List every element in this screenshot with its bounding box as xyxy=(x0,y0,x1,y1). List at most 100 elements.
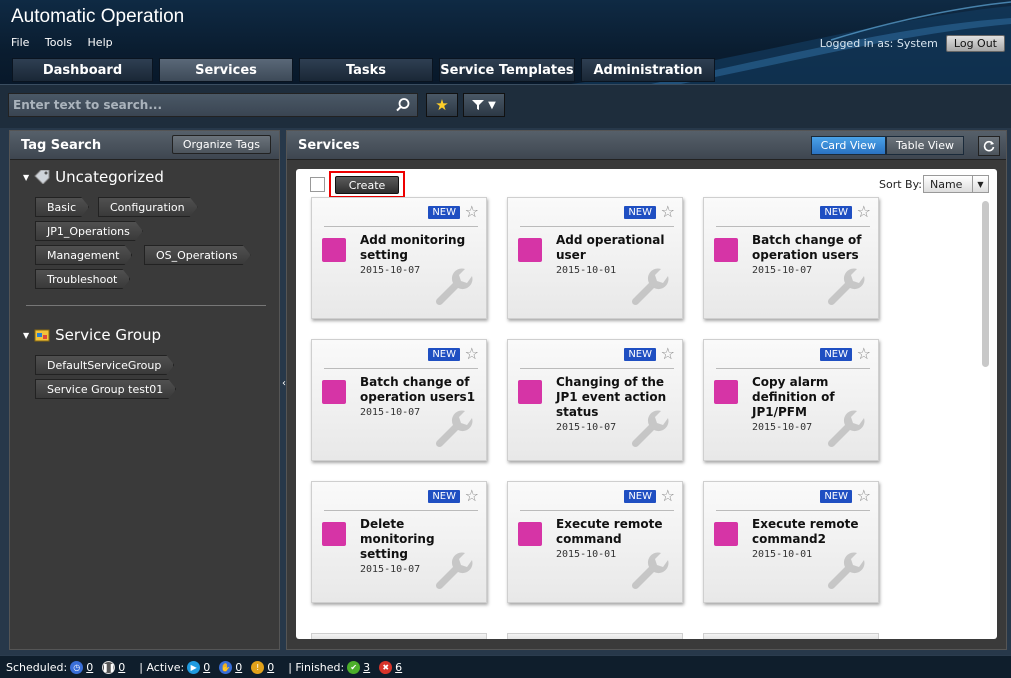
running-icon: ▶ xyxy=(187,660,201,674)
tag-configuration[interactable]: Configuration xyxy=(98,197,198,217)
service-icon xyxy=(518,238,542,262)
card-divider xyxy=(716,510,870,511)
create-button[interactable]: Create xyxy=(335,176,399,194)
sort-by-label: Sort By: xyxy=(878,178,922,191)
service-icon xyxy=(714,522,738,546)
expand-caret-icon[interactable]: ▼ xyxy=(23,173,29,182)
tag-icon xyxy=(34,170,50,184)
menu-help[interactable]: Help xyxy=(88,36,113,49)
card-divider xyxy=(520,368,674,369)
filter-icon xyxy=(472,100,485,110)
card-view-button[interactable]: Card View xyxy=(810,136,886,155)
service-icon xyxy=(322,522,346,546)
new-badge: NEW xyxy=(428,206,460,219)
service-group-group[interactable]: ▼ Service Group xyxy=(23,326,161,344)
uncategorized-group[interactable]: ▼ Uncategorized xyxy=(23,168,164,186)
wrench-icon xyxy=(827,268,865,306)
favorite-star-icon[interactable]: ☆ xyxy=(661,486,675,505)
service-card-partial[interactable] xyxy=(311,633,487,639)
search-icon[interactable] xyxy=(395,97,411,113)
active-group: | Active: ▶ 0 ✋ 0 ! 0 xyxy=(139,660,280,674)
completed-count[interactable]: 3 xyxy=(363,661,370,674)
tag-divider xyxy=(26,305,266,306)
service-icon xyxy=(714,238,738,262)
card-divider xyxy=(324,226,478,227)
scheduled-count[interactable]: 0 xyxy=(86,661,93,674)
menu-tools[interactable]: Tools xyxy=(45,36,72,49)
app-title: Automatic Operation xyxy=(11,6,185,27)
login-area: Logged in as: System Log Out xyxy=(820,35,1005,52)
tab-tasks[interactable]: Tasks xyxy=(299,58,433,82)
tab-service-templates[interactable]: Service Templates xyxy=(439,58,575,82)
vertical-scrollbar[interactable] xyxy=(982,201,989,367)
favorite-star-icon[interactable]: ☆ xyxy=(465,344,479,363)
service-card[interactable]: NEW ☆ Batch change of operation users 201… xyxy=(703,197,879,319)
service-card[interactable]: NEW ☆ Add operational user 2015-10-01 xyxy=(507,197,683,319)
tab-dashboard[interactable]: Dashboard xyxy=(12,58,153,82)
service-card-partial[interactable] xyxy=(507,633,683,639)
menu-file[interactable]: File xyxy=(11,36,29,49)
service-card-partial[interactable] xyxy=(703,633,879,639)
logout-button[interactable]: Log Out xyxy=(945,35,1005,52)
favorite-star-icon[interactable]: ☆ xyxy=(857,486,871,505)
card-divider xyxy=(520,226,674,227)
services-content: Create Sort By: Name ▼ NEW ☆ Add monitor… xyxy=(296,169,997,639)
wrench-icon xyxy=(827,552,865,590)
star-icon: ★ xyxy=(435,96,449,114)
tag-basic[interactable]: Basic xyxy=(35,197,89,217)
favorite-star-icon[interactable]: ☆ xyxy=(857,202,871,221)
service-name: Batch change of operation users1 xyxy=(360,375,476,404)
service-card[interactable]: NEW ☆ Execute remote command 2015-10-01 xyxy=(507,481,683,603)
tag-management[interactable]: Management xyxy=(35,245,132,265)
favorite-star-icon[interactable]: ☆ xyxy=(465,486,479,505)
services-panel: Services Card View Table View Create Sor… xyxy=(286,130,1007,650)
table-view-button[interactable]: Table View xyxy=(885,136,964,155)
expand-caret-icon[interactable]: ▼ xyxy=(23,331,29,340)
app-header: Automatic Operation File Tools Help Logg… xyxy=(0,0,1011,84)
tag-jp1-operations[interactable]: JP1_Operations xyxy=(35,221,143,241)
tag-search-title: Tag Search xyxy=(21,138,102,153)
service-group-label: Service Group xyxy=(55,326,162,344)
search-input[interactable] xyxy=(9,94,379,116)
services-title: Services xyxy=(298,138,360,153)
service-card[interactable]: NEW ☆ Execute remote command2 2015-10-01 xyxy=(703,481,879,603)
service-card[interactable]: NEW ☆ Add monitoring setting 2015-10-07 xyxy=(311,197,487,319)
favorite-star-icon[interactable]: ☆ xyxy=(857,344,871,363)
chevron-down-icon: ▼ xyxy=(972,176,988,192)
group-service-group-test01[interactable]: Service Group test01 xyxy=(35,379,176,399)
active-count[interactable]: 0 xyxy=(203,661,210,674)
select-all-checkbox[interactable] xyxy=(310,177,325,192)
warning-icon: ! xyxy=(251,660,265,674)
paused-count[interactable]: 0 xyxy=(118,661,125,674)
organize-tags-button[interactable]: Organize Tags xyxy=(171,135,271,154)
warning-count[interactable]: 0 xyxy=(267,661,274,674)
service-card[interactable]: NEW ☆ Delete monitoring setting 2015-10-0… xyxy=(311,481,487,603)
refresh-icon xyxy=(983,140,995,152)
scheduled-clock-icon: ◷ xyxy=(70,660,84,674)
favorite-star-icon[interactable]: ☆ xyxy=(661,202,675,221)
service-icon xyxy=(518,380,542,404)
service-card[interactable]: NEW ☆ Changing of the JP1 event action s… xyxy=(507,339,683,461)
new-badge: NEW xyxy=(624,490,656,503)
failed-count[interactable]: 6 xyxy=(395,661,402,674)
service-icon xyxy=(322,238,346,262)
favorite-star-icon[interactable]: ☆ xyxy=(465,202,479,221)
tab-administration[interactable]: Administration xyxy=(581,58,715,82)
tag-os-operations[interactable]: OS_Operations xyxy=(144,245,251,265)
waiting-count[interactable]: 0 xyxy=(235,661,242,674)
filter-button[interactable]: ▼ xyxy=(463,93,505,117)
service-card[interactable]: NEW ☆ Batch change of operation users1 20… xyxy=(311,339,487,461)
sort-by-select[interactable]: Name ▼ xyxy=(923,175,989,193)
favorites-button[interactable]: ★ xyxy=(426,93,458,117)
scheduled-group: Scheduled: ◷ 0 ❚❚ 0 xyxy=(6,660,131,674)
search-box xyxy=(8,93,418,117)
refresh-button[interactable] xyxy=(978,136,1000,156)
wrench-icon xyxy=(631,410,669,448)
wrench-icon xyxy=(435,268,473,306)
tag-troubleshoot[interactable]: Troubleshoot xyxy=(35,269,130,289)
card-divider xyxy=(716,226,870,227)
service-card[interactable]: NEW ☆ Copy alarm definition of JP1/PFM 20… xyxy=(703,339,879,461)
group-default-service-group[interactable]: DefaultServiceGroup xyxy=(35,355,174,375)
tab-services[interactable]: Services xyxy=(159,58,293,82)
favorite-star-icon[interactable]: ☆ xyxy=(661,344,675,363)
